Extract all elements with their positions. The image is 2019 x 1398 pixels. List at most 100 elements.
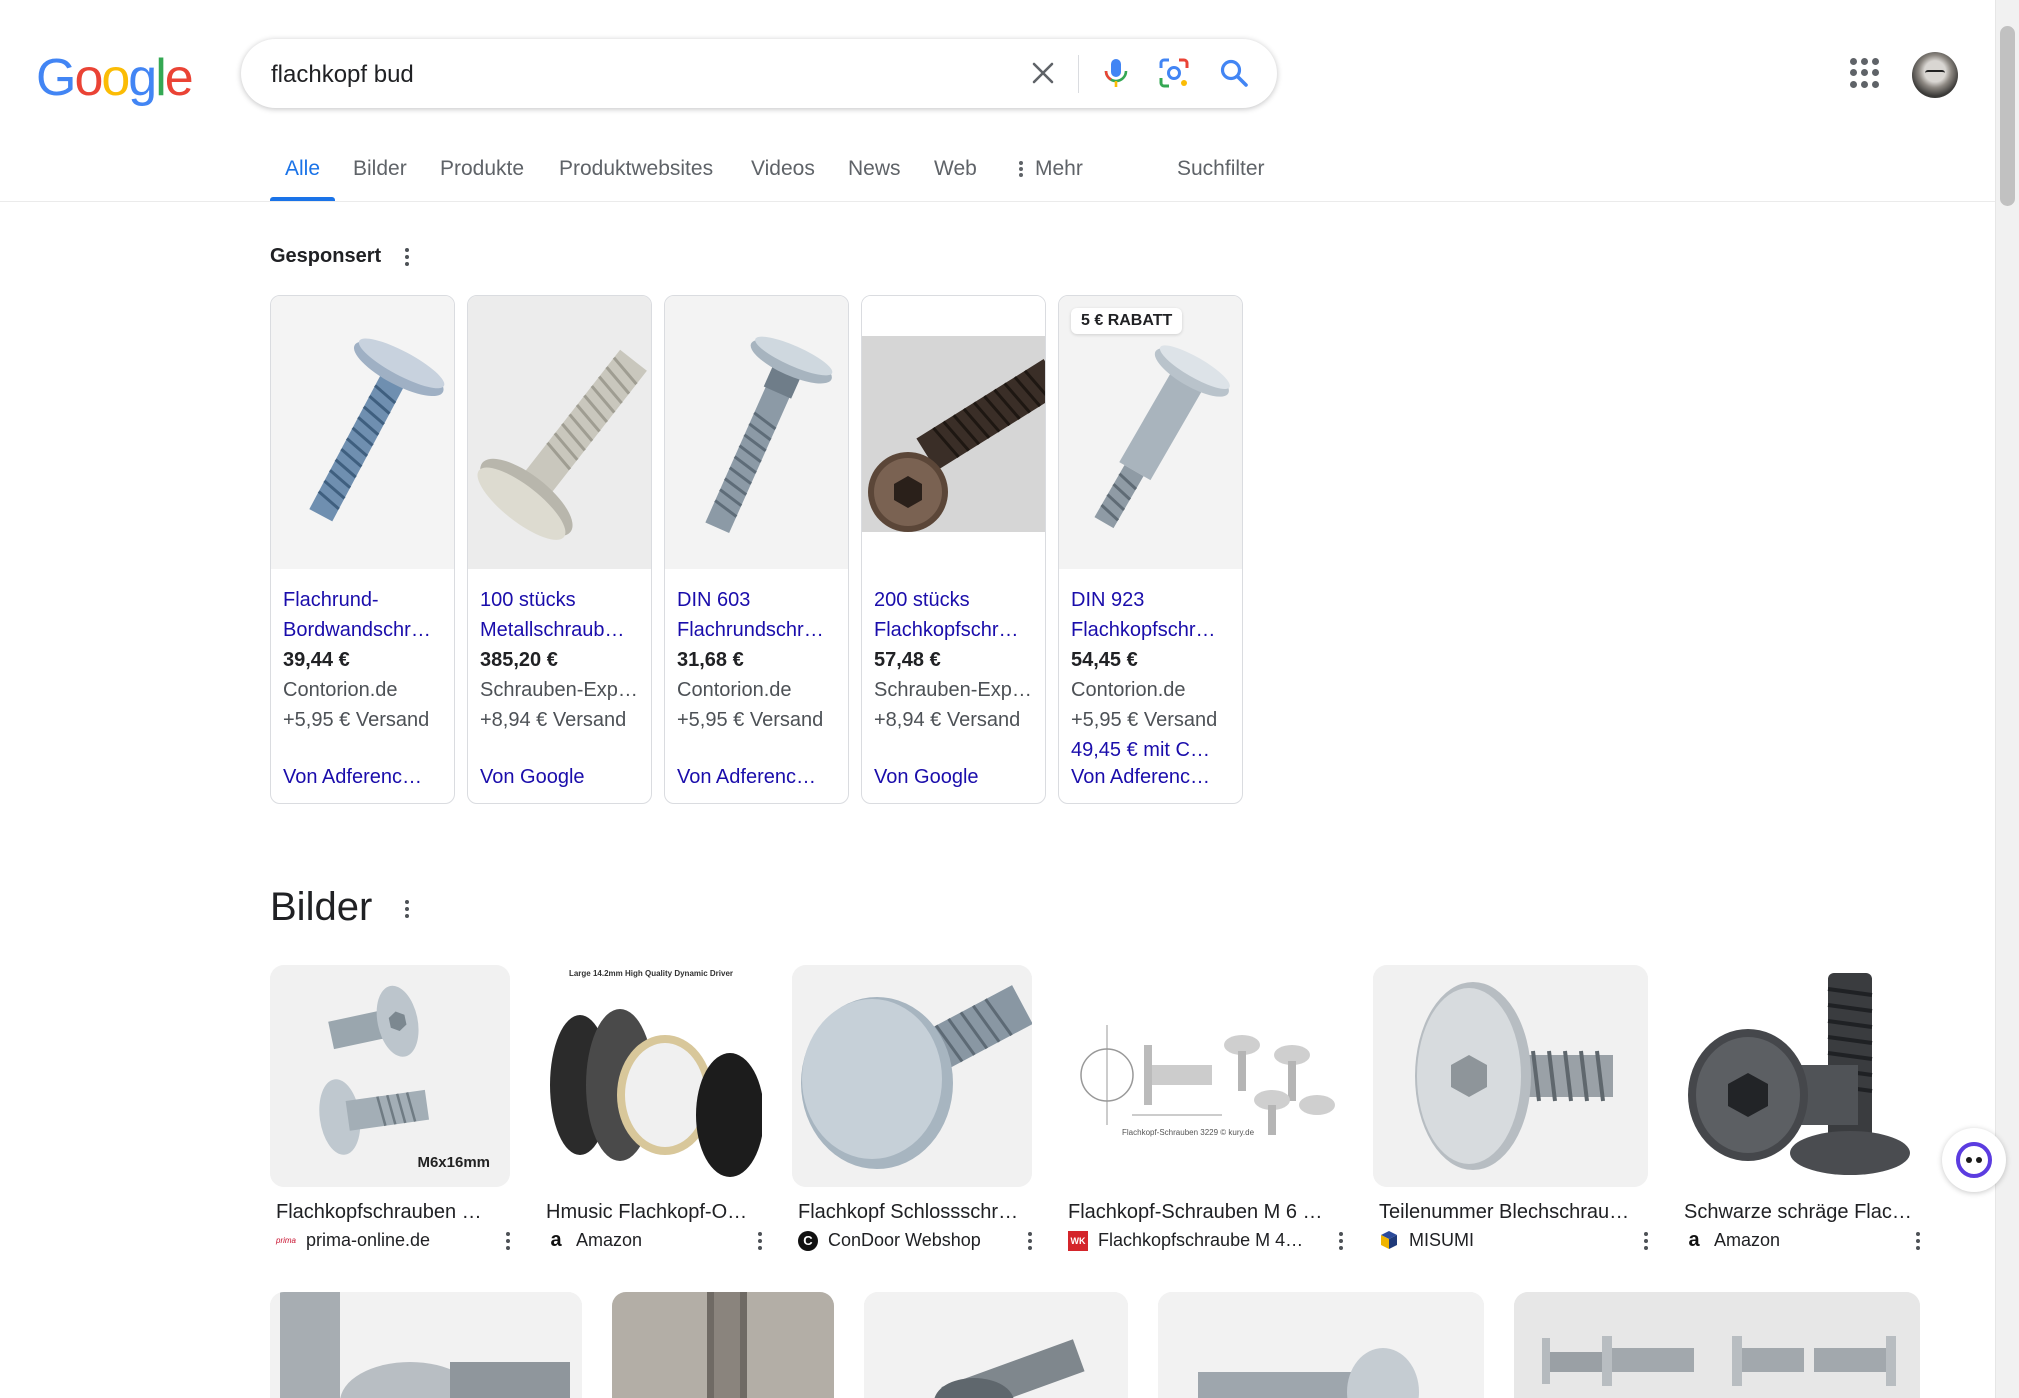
sponsored-label: Gesponsert	[270, 245, 382, 267]
image-title[interactable]: Teilenummer Blechschrau…	[1373, 1201, 1648, 1224]
tab-bilder[interactable]: Bilder	[353, 157, 407, 181]
logo-letter: e	[164, 49, 194, 107]
image-thumbnail[interactable]	[270, 1292, 582, 1398]
image-result[interactable]: Flachkopf-Schrauben 3229 © kury.de Flach…	[1062, 965, 1343, 1251]
camera-lens-icon[interactable]	[1156, 55, 1192, 91]
product-card[interactable]: 5 € RABATT DIN 923 Flachkopfschr… 54,45 …	[1058, 295, 1243, 804]
product-image	[862, 296, 1045, 569]
image-thumbnail[interactable]	[1514, 1292, 1920, 1398]
logo-letter: G	[36, 49, 76, 107]
favicon-text: prima	[276, 1236, 297, 1245]
image-title[interactable]: Flachkopf Schlossschr…	[792, 1201, 1032, 1224]
search-input[interactable]: flachkopf bud	[271, 61, 414, 89]
product-shipping: +8,94 € Versand	[480, 709, 627, 731]
product-merchant: Contorion.de	[283, 679, 398, 701]
google-logo[interactable]: Google	[36, 48, 194, 108]
image-thumbnail[interactable]: Flachkopf-Schrauben 3229 © kury.de	[1062, 965, 1343, 1187]
more-options-icon[interactable]	[1028, 1231, 1032, 1250]
product-via-link[interactable]: Von Adferenc…	[1071, 766, 1236, 789]
product-shipping: +5,95 € Versand	[283, 709, 430, 731]
image-result[interactable]: Flachkopf Schlossschr… C ConDoor Webshop	[792, 965, 1032, 1251]
tab-mehr[interactable]: Mehr	[1019, 157, 1083, 181]
product-info: DIN 603 Flachrundschr… 31,68 € Contorion…	[677, 585, 842, 735]
more-options-icon[interactable]	[1916, 1231, 1920, 1250]
image-thumbnail[interactable]	[1373, 965, 1648, 1187]
image-thumbnail[interactable]	[792, 965, 1032, 1187]
image-source-name[interactable]: Amazon	[576, 1230, 752, 1251]
product-card[interactable]: 200 stücks Flachkopfschr… 57,48 € Schrau…	[861, 295, 1046, 804]
product-card[interactable]: 100 stücks Metallschraub… 385,20 € Schra…	[467, 295, 652, 804]
image-title[interactable]: Flachkopfschrauben …	[270, 1201, 510, 1224]
more-options-icon[interactable]	[1339, 1231, 1343, 1250]
image-source-name[interactable]: Amazon	[1714, 1230, 1910, 1251]
product-title[interactable]: DIN 603 Flachrundschr…	[677, 585, 842, 645]
product-info: Flachrund-Bordwandschr… 39,44 € Contorio…	[283, 585, 448, 735]
product-shipping: +8,94 € Versand	[874, 709, 1021, 731]
image-result[interactable]: Large 14.2mm High Quality Dynamic Driver…	[540, 965, 762, 1251]
product-via-link[interactable]: Von Google	[480, 766, 645, 789]
image-source-name[interactable]: MISUMI	[1409, 1230, 1638, 1251]
tab-alle[interactable]: Alle	[285, 157, 320, 181]
product-info: DIN 923 Flachkopfschr… 54,45 € Contorion…	[1071, 585, 1236, 765]
apps-grid-icon[interactable]	[1850, 58, 1880, 88]
tab-produkte[interactable]: Produkte	[440, 157, 524, 181]
image-result[interactable]: Teilenummer Blechschrau… MISUMI	[1373, 965, 1648, 1251]
product-via-link[interactable]: Von Adferenc…	[283, 766, 448, 789]
product-merchant: Schrauben-Exp…	[874, 679, 1032, 701]
logo-letter: l	[155, 49, 166, 107]
active-tab-indicator	[270, 197, 335, 201]
image-source-name[interactable]: prima-online.de	[306, 1230, 500, 1251]
tab-produktwebsites[interactable]: Produktwebsites	[559, 157, 713, 181]
clear-icon[interactable]	[1025, 55, 1061, 91]
product-card[interactable]: Flachrund-Bordwandschr… 39,44 € Contorio…	[270, 295, 455, 804]
more-options-icon[interactable]	[758, 1231, 762, 1250]
microphone-icon[interactable]	[1098, 55, 1134, 91]
image-thumbnail[interactable]	[1158, 1292, 1484, 1398]
image-source-name[interactable]: Flachkopfschraube M 4…	[1098, 1230, 1333, 1251]
more-options-icon[interactable]	[506, 1231, 510, 1250]
avatar[interactable]	[1912, 52, 1958, 98]
product-card[interactable]: DIN 603 Flachrundschr… 31,68 € Contorion…	[664, 295, 849, 804]
image-thumbnail[interactable]	[864, 1292, 1128, 1398]
sponsored-heading: Gesponsert	[270, 245, 409, 268]
product-image	[1059, 296, 1242, 569]
product-title[interactable]: DIN 923 Flachkopfschr…	[1071, 585, 1236, 645]
image-title[interactable]: Flachkopf-Schrauben M 6 …	[1062, 1201, 1343, 1224]
tab-suchfilter[interactable]: Suchfilter	[1177, 157, 1265, 181]
product-price: 54,45 €	[1071, 649, 1138, 671]
image-title[interactable]: Schwarze schräge Flac…	[1678, 1201, 1920, 1224]
product-price: 39,44 €	[283, 649, 350, 671]
logo-letter: o	[74, 49, 103, 107]
product-title[interactable]: 200 stücks Flachkopfschr…	[874, 585, 1039, 645]
product-offer[interactable]: 49,45 € mit C…	[1071, 735, 1236, 765]
favicon-text: a	[1688, 1229, 1700, 1251]
product-via-link[interactable]: Von Adferenc…	[677, 766, 842, 789]
tab-web[interactable]: Web	[934, 157, 977, 181]
image-thumbnail[interactable]: M6x16mm	[270, 965, 510, 1187]
more-options-icon[interactable]	[404, 247, 409, 266]
product-title[interactable]: Flachrund-Bordwandschr…	[283, 585, 448, 645]
search-box[interactable]: flachkopf bud	[241, 39, 1277, 108]
more-options-icon[interactable]	[405, 900, 410, 919]
tab-videos[interactable]: Videos	[751, 157, 815, 181]
image-title[interactable]: Hmusic Flachkopf-O…	[540, 1201, 762, 1224]
image-source-name[interactable]: ConDoor Webshop	[828, 1230, 1022, 1251]
tab-news[interactable]: News	[848, 157, 901, 181]
top-bar: Google flachkopf bud Alle Bilder Produkt…	[0, 0, 2019, 202]
product-title[interactable]: 100 stücks Metallschraub…	[480, 585, 645, 645]
image-thumbnail[interactable]	[1678, 965, 1920, 1187]
search-icon[interactable]	[1216, 55, 1252, 91]
images-heading-label: Bilder	[270, 885, 373, 929]
image-result[interactable]: M6x16mm Flachkopfschrauben … prima prima…	[270, 965, 510, 1251]
more-options-icon[interactable]	[1644, 1231, 1648, 1250]
product-via-link[interactable]: Von Google	[874, 766, 1039, 789]
scrollbar-thumb[interactable]	[2000, 26, 2015, 206]
tab-mehr-label: Mehr	[1035, 157, 1083, 180]
kury-favicon: WK	[1068, 1230, 1088, 1251]
amazon-favicon: a	[546, 1229, 566, 1251]
scrollbar[interactable]	[1995, 0, 2019, 1398]
image-thumbnail[interactable]	[612, 1292, 834, 1398]
image-thumbnail[interactable]: Large 14.2mm High Quality Dynamic Driver	[540, 965, 762, 1187]
assistant-icon[interactable]	[1942, 1128, 2006, 1192]
image-result[interactable]: Schwarze schräge Flac… a Amazon	[1678, 965, 1920, 1251]
